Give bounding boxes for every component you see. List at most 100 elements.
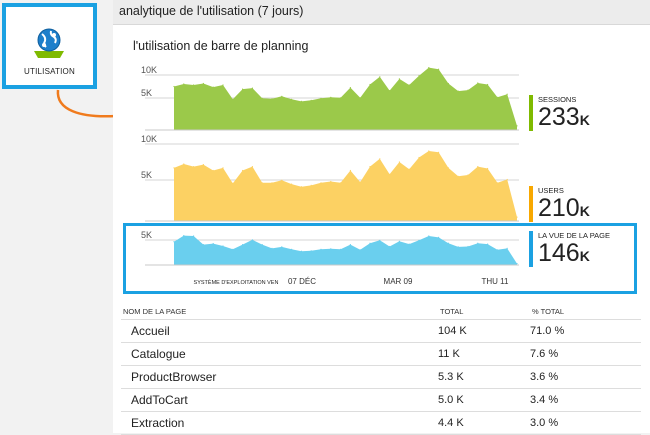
data-point xyxy=(173,167,175,169)
data-point xyxy=(408,168,410,170)
data-point xyxy=(232,98,234,100)
usage-globe-icon xyxy=(34,28,64,58)
y-tick-label: 5K xyxy=(141,170,152,180)
series-area xyxy=(174,151,517,221)
data-point xyxy=(418,75,420,77)
table-row[interactable]: ProductBrowser 5.3 K 3.6 % xyxy=(121,365,641,389)
table-row[interactable]: Extraction 4.4 K 3.0 % xyxy=(121,411,641,435)
data-point xyxy=(457,90,459,92)
data-point xyxy=(291,183,293,185)
data-point xyxy=(183,163,185,165)
page-pct: 3.0 % xyxy=(530,411,641,435)
data-point xyxy=(222,84,224,86)
data-point xyxy=(438,151,440,153)
table-row[interactable]: Catalogue 11 K 7.6 % xyxy=(121,342,641,366)
data-point xyxy=(212,169,214,172)
table-header-row: NOM DE LA PAGE TOTAL % TOTAL xyxy=(121,303,641,320)
page-name: AddToCart xyxy=(121,388,438,412)
data-point xyxy=(340,97,342,99)
data-point xyxy=(300,186,302,188)
metric-users-value: 210K xyxy=(538,194,590,222)
data-point xyxy=(261,182,263,184)
metric-sessions-value: 233K xyxy=(538,103,590,131)
data-point xyxy=(379,158,381,160)
table-row[interactable]: AddToCart 5.0 K 3.4 % xyxy=(121,388,641,412)
data-point xyxy=(310,99,312,101)
data-point xyxy=(281,179,283,181)
page-pct: 3.4 % xyxy=(530,388,641,412)
data-point xyxy=(340,182,342,184)
data-point xyxy=(183,83,185,85)
data-point xyxy=(379,76,381,78)
data-point xyxy=(477,166,479,168)
data-point xyxy=(408,84,410,86)
data-point xyxy=(232,182,234,184)
data-point xyxy=(242,169,244,172)
data-point xyxy=(506,93,508,95)
series-area xyxy=(174,67,517,130)
page-name: ProductBrowser xyxy=(121,365,438,389)
page-total: 4.4 K xyxy=(438,411,530,435)
usage-analytics-blade: analytique de l'utilisation (7 jours) l'… xyxy=(113,0,650,435)
page-views-highlight xyxy=(123,223,637,294)
col-page-name: NOM DE LA PAGE xyxy=(121,303,438,320)
data-point xyxy=(291,98,293,100)
data-point xyxy=(349,87,351,89)
data-point xyxy=(428,150,430,152)
data-point xyxy=(222,167,224,169)
data-point xyxy=(398,78,400,80)
data-point xyxy=(428,67,430,69)
data-point xyxy=(467,89,469,91)
page-name: Accueil xyxy=(121,319,438,343)
page-name: Catalogue xyxy=(121,342,438,366)
page-pct: 71.0 % xyxy=(530,319,641,343)
data-point xyxy=(202,164,204,166)
data-point xyxy=(330,180,332,183)
data-point xyxy=(271,98,273,100)
y-tick-label: 10K xyxy=(141,65,157,75)
data-point xyxy=(389,173,391,175)
data-point xyxy=(477,82,479,84)
data-point xyxy=(173,85,175,88)
page-total: 104 K xyxy=(438,319,530,343)
data-point xyxy=(300,100,302,102)
data-point xyxy=(251,166,253,168)
page-pct: 3.6 % xyxy=(530,365,641,389)
data-point xyxy=(389,90,391,92)
data-point xyxy=(516,125,518,127)
data-point xyxy=(202,82,204,85)
metric-users-bar xyxy=(529,186,533,222)
data-point xyxy=(467,174,469,176)
data-point xyxy=(310,184,312,186)
data-point xyxy=(193,166,195,168)
usage-tile[interactable]: UTILISATION xyxy=(2,3,97,89)
table-row[interactable]: Accueil 104 K 71.0 % xyxy=(121,319,641,343)
data-point xyxy=(496,96,498,98)
data-point xyxy=(242,88,244,90)
y-tick-label: 5K xyxy=(141,88,152,98)
page-table: NOM DE LA PAGE TOTAL % TOTAL Accueil 104… xyxy=(121,303,641,435)
data-point xyxy=(193,84,195,86)
page-name: Extraction xyxy=(121,411,438,435)
left-panel: UTILISATION xyxy=(0,0,126,433)
data-point xyxy=(359,181,361,183)
page-total: 11 K xyxy=(438,342,530,366)
data-point xyxy=(369,83,371,86)
page-total: 5.0 K xyxy=(438,388,530,412)
metric-sessions-bar xyxy=(529,95,533,131)
data-point xyxy=(506,178,508,181)
data-point xyxy=(359,97,361,99)
data-point xyxy=(438,68,440,70)
data-point xyxy=(418,156,420,159)
data-point xyxy=(349,169,351,172)
data-point xyxy=(320,182,322,184)
col-pct-total: % TOTAL xyxy=(530,303,641,320)
data-point xyxy=(447,82,449,85)
data-point xyxy=(516,216,518,218)
data-point xyxy=(369,166,371,168)
page-total: 5.3 K xyxy=(438,365,530,389)
data-point xyxy=(251,87,253,89)
data-point xyxy=(487,83,489,86)
data-point xyxy=(281,95,283,97)
data-point xyxy=(271,182,273,184)
